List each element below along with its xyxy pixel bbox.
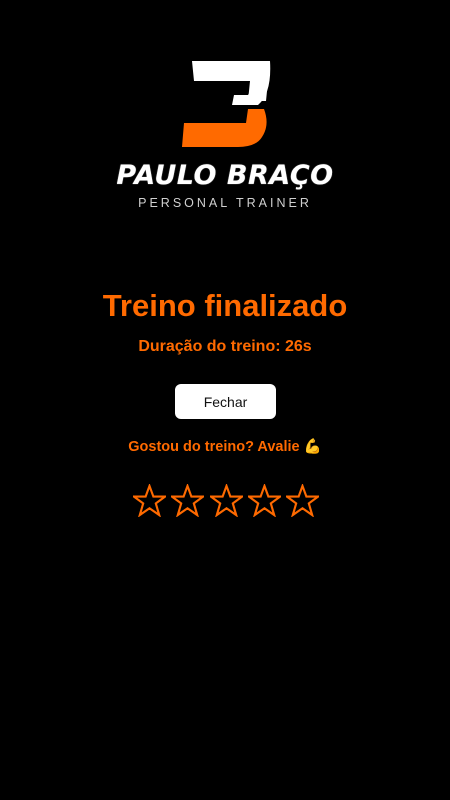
- star-icon-1[interactable]: [133, 484, 166, 517]
- brand-logo: [120, 55, 330, 215]
- close-button[interactable]: Fechar: [175, 384, 276, 419]
- rating-prompt: Gostou do treino? Avalie 💪: [128, 439, 322, 455]
- star-icon-2[interactable]: [171, 484, 205, 517]
- workout-finished-screen: PAULO BRAÇO PERSONAL TRAINER Treino fina…: [0, 0, 450, 800]
- star-icon-4[interactable]: [247, 484, 281, 517]
- star-icon-5[interactable]: [286, 484, 319, 517]
- workout-duration: Duração do treino: 26s: [138, 338, 312, 355]
- brand-name: PAULO BRAÇO: [116, 160, 334, 191]
- star-rating: [133, 484, 319, 518]
- star-icon-3[interactable]: [209, 484, 243, 517]
- brand-logo-mark-icon: [182, 61, 271, 147]
- brand-tagline: PERSONAL TRAINER: [138, 196, 312, 210]
- workout-finished-title: Treino finalizado: [102, 288, 348, 323]
